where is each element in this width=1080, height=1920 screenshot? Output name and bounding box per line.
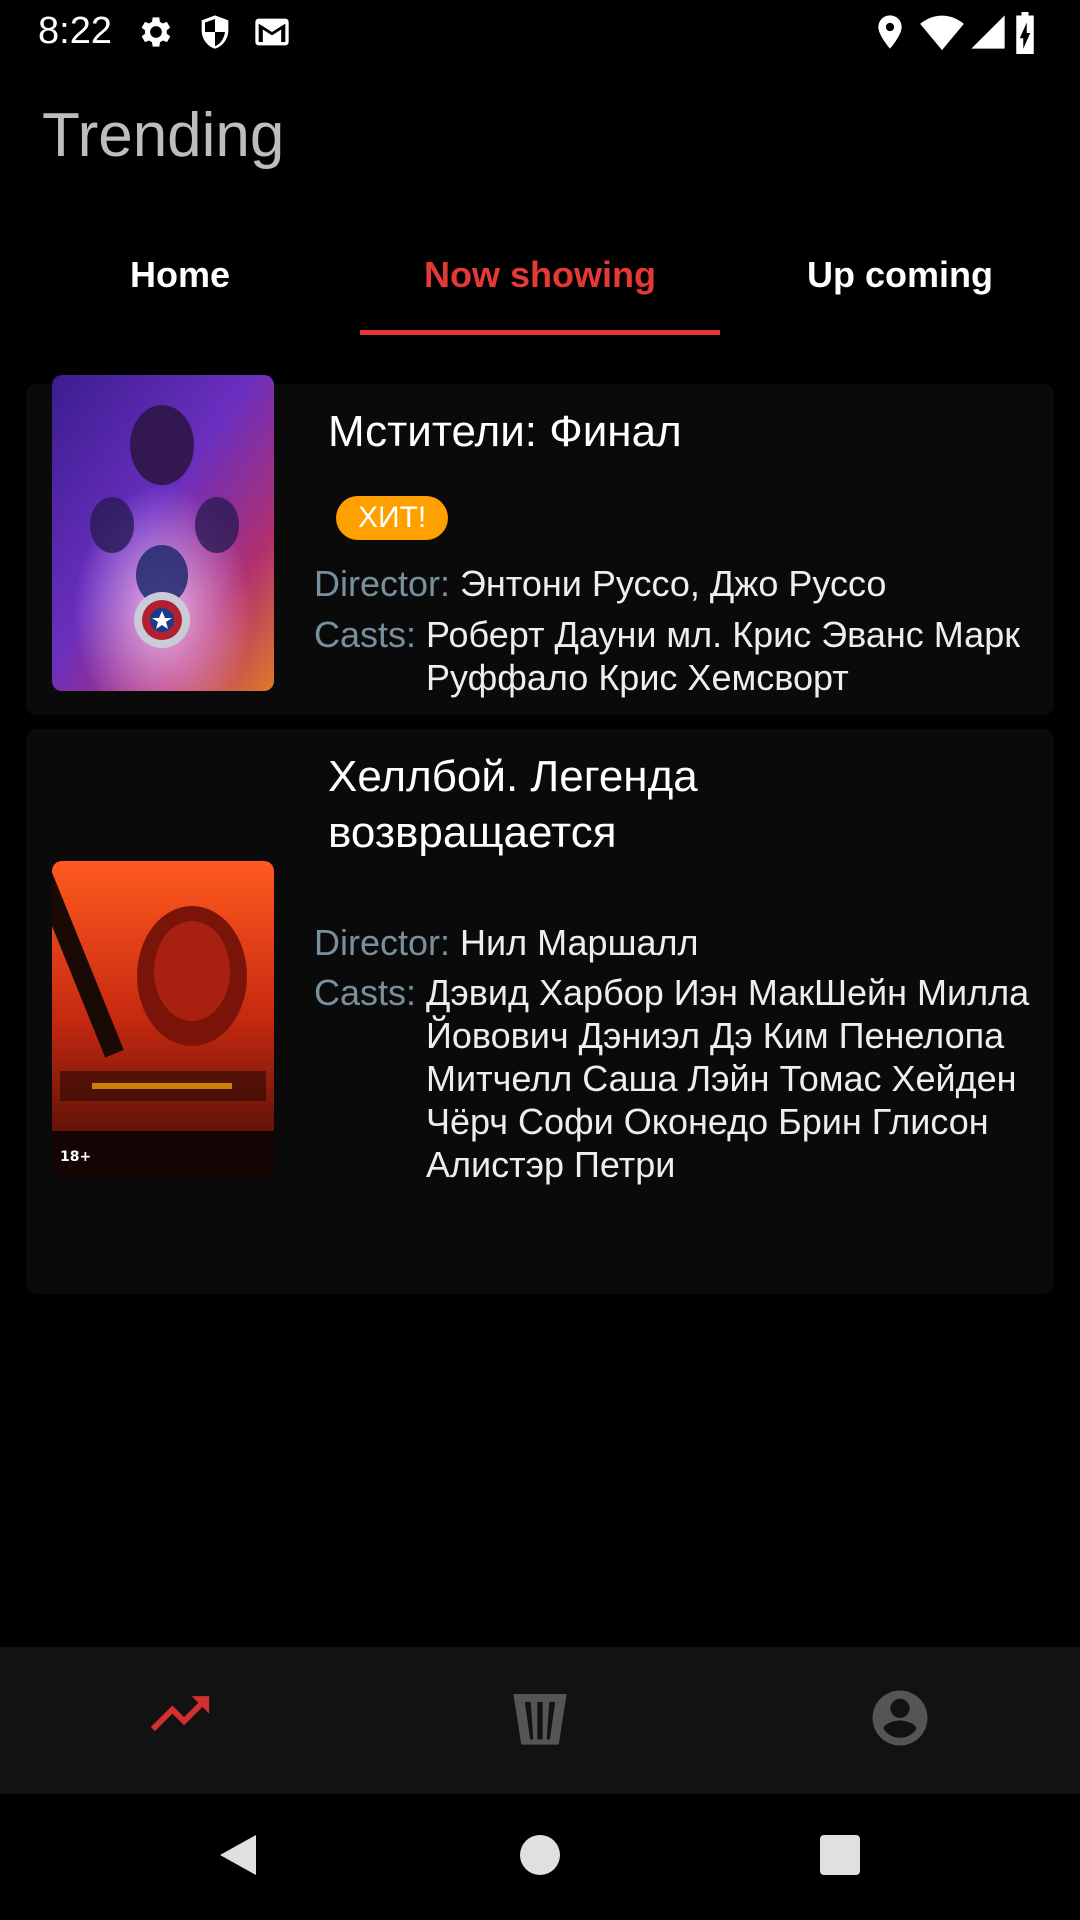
- hit-badge: ХИТ!: [336, 496, 449, 540]
- casts-value: Дэвид Харбор Иэн МакШейн Милла Йовович Д…: [426, 972, 1030, 1185]
- director-label: Director:: [314, 563, 451, 604]
- director-row: Director: Энтони Руссо, Джо Руссо: [314, 562, 886, 605]
- movie-title: Мстители: Финал: [328, 407, 682, 456]
- system-navigation-bar: [0, 1794, 1080, 1920]
- home-icon: [520, 1834, 560, 1880]
- tab-bar: Home Now showing Up coming: [0, 230, 1080, 335]
- page-title: Trending: [42, 101, 285, 170]
- recents-icon: [820, 1834, 860, 1880]
- trending-icon: [145, 1696, 215, 1745]
- shield-icon: [195, 12, 235, 52]
- movie-poster: 18+: [52, 861, 274, 1177]
- director-value: Энтони Руссо, Джо Руссо: [460, 563, 887, 604]
- movie-title: Хеллбой. Легенда возвращается: [328, 752, 698, 857]
- casts-row: Casts: Дэвид Харбор Иэн МакШейн Милла Йо…: [314, 971, 1054, 1186]
- casts-row: Casts: Роберт Дауни мл. Крис Эванс Марк …: [314, 613, 1054, 699]
- tab-home[interactable]: Home: [0, 230, 360, 335]
- recents-button[interactable]: [815, 1832, 865, 1882]
- director-value: Нил Маршалл: [460, 922, 699, 963]
- home-button[interactable]: [515, 1832, 565, 1882]
- gmail-icon: [252, 12, 292, 52]
- director-row: Director: Нил Маршалл: [314, 921, 699, 964]
- casts-label: Casts:: [314, 972, 417, 1013]
- nav-popcorn[interactable]: [360, 1647, 720, 1794]
- nav-account[interactable]: [720, 1647, 1080, 1794]
- tab-now-showing-label: Now showing: [424, 254, 656, 295]
- bottom-navigation: [0, 1647, 1080, 1794]
- wifi-icon: [920, 12, 964, 52]
- status-bar: 8:22: [0, 0, 1080, 63]
- movie-poster: [52, 375, 274, 691]
- tab-indicator: [360, 330, 720, 335]
- battery-charging-icon: [1012, 12, 1042, 54]
- casts-label: Casts:: [314, 614, 417, 655]
- tab-up-coming[interactable]: Up coming: [720, 230, 1080, 335]
- nav-trending[interactable]: [0, 1647, 360, 1794]
- popcorn-icon: [507, 1686, 573, 1755]
- status-time: 8:22: [38, 10, 112, 52]
- back-button[interactable]: [213, 1832, 263, 1882]
- movie-card[interactable]: 18+ Хеллбой. Легенда возвращается Direct…: [26, 729, 1054, 1294]
- tab-now-showing[interactable]: Now showing: [360, 230, 720, 335]
- casts-value: Роберт Дауни мл. Крис Эванс Марк Руффало…: [426, 614, 1020, 698]
- gear-icon: [136, 12, 176, 52]
- account-icon: [867, 1685, 933, 1756]
- svg-text:18+: 18+: [60, 1149, 91, 1165]
- signal-icon: [968, 12, 1008, 52]
- location-icon: [870, 12, 910, 52]
- movie-card[interactable]: Мстители: Финал ХИТ! Director: Энтони Ру…: [26, 375, 1054, 715]
- back-icon: [216, 1831, 260, 1884]
- director-label: Director:: [314, 922, 451, 963]
